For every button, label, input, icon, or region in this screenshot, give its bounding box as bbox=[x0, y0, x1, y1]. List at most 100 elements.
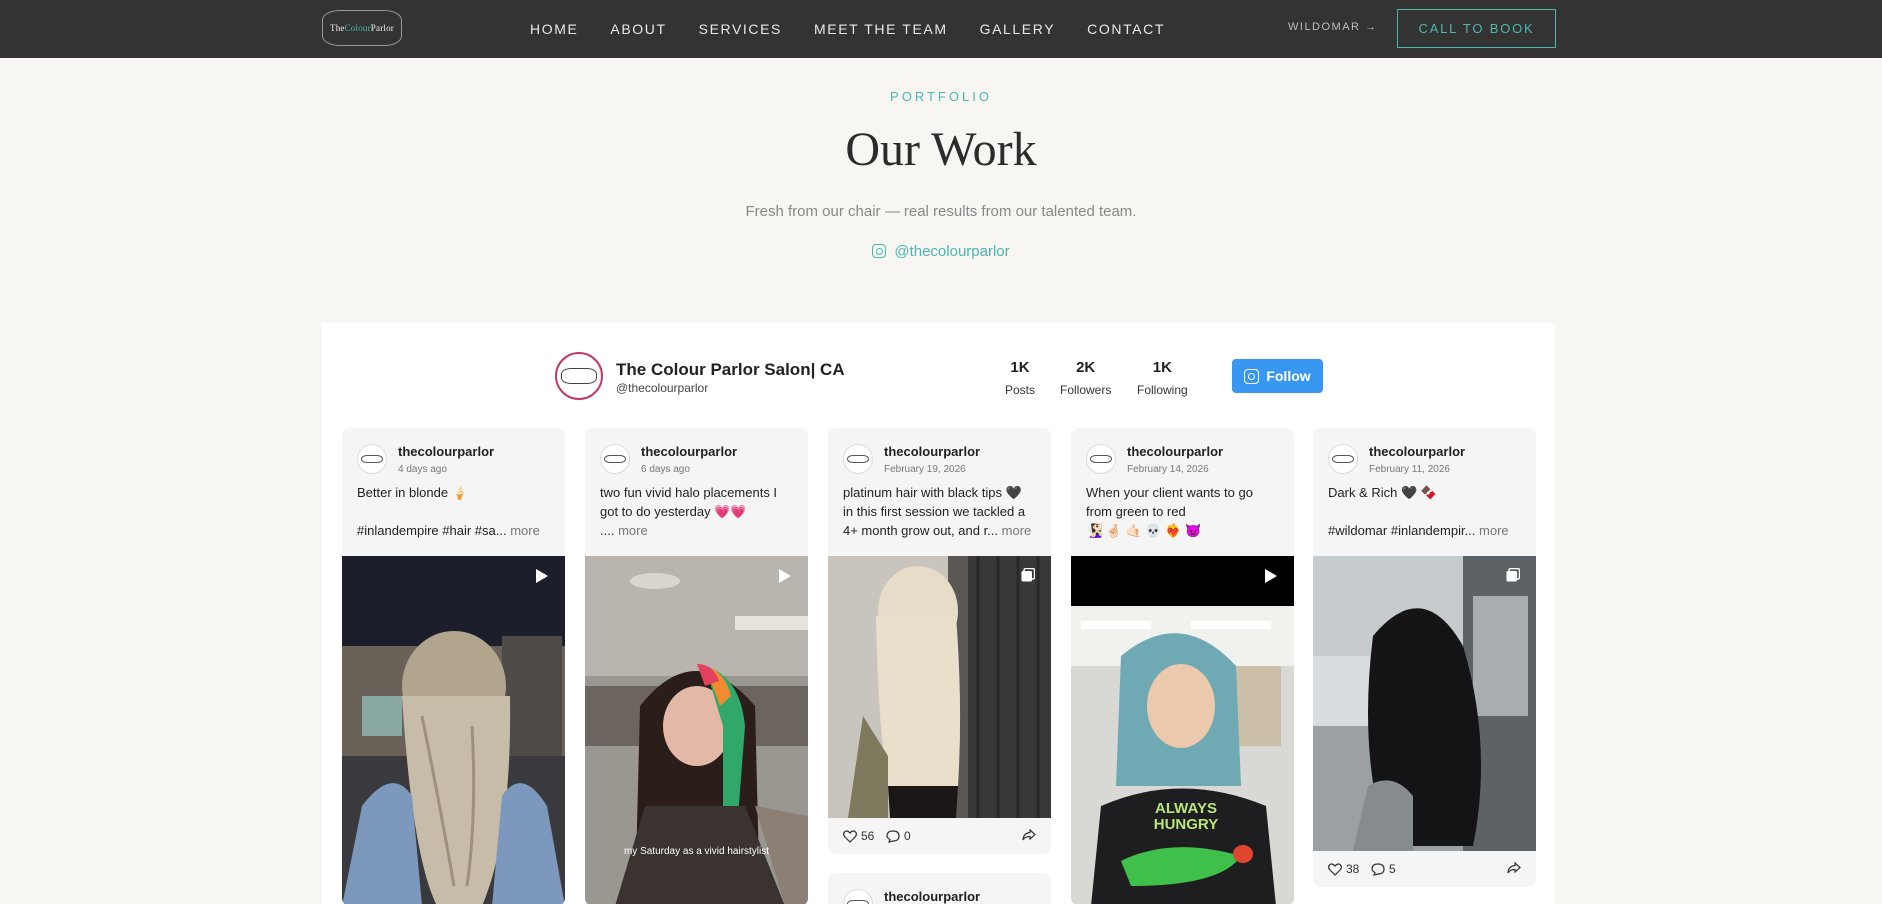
nav-team-link[interactable]: MEET THE TEAM bbox=[814, 21, 948, 37]
instagram-icon bbox=[1244, 368, 1260, 384]
comments-value: 0 bbox=[904, 829, 911, 843]
caption-more-link[interactable]: more bbox=[1002, 523, 1032, 538]
page-title: Our Work bbox=[845, 123, 1037, 176]
post-username[interactable]: thecolourparlor bbox=[884, 444, 980, 459]
nav-contact-link[interactable]: CONTACT bbox=[1087, 21, 1165, 37]
stat-label: Posts bbox=[1005, 383, 1036, 397]
post-avatar bbox=[600, 444, 630, 474]
post-date: 6 days ago bbox=[641, 464, 690, 475]
post-photo bbox=[828, 556, 1051, 818]
post-header: thecolourparlor 6 days ago bbox=[585, 428, 808, 483]
post-photo bbox=[1071, 556, 1294, 904]
play-icon bbox=[536, 569, 548, 583]
post-media[interactable]: my Saturday as a vivid hairstylist bbox=[585, 556, 808, 904]
likes-count[interactable]: 56 bbox=[843, 829, 874, 843]
shirt-text: ALWAYS HUNGRY bbox=[1153, 800, 1219, 833]
video-overlay-text: my Saturday as a vivid hairstylist bbox=[623, 846, 770, 857]
profile-avatar[interactable] bbox=[555, 352, 603, 400]
post-username[interactable]: thecolourparlor bbox=[641, 444, 737, 459]
post-header: thecolourparlor February 14, 2026 bbox=[1071, 428, 1294, 483]
caption-line: Better in blonde 🍦 bbox=[357, 485, 468, 500]
heart-icon bbox=[843, 829, 857, 843]
stat-followers: 2K Followers bbox=[1060, 359, 1111, 397]
section-eyebrow: PORTFOLIO bbox=[890, 89, 992, 104]
share-button[interactable] bbox=[1507, 861, 1521, 877]
caption-line: #inlandempire #hair #sa... bbox=[357, 523, 507, 538]
post-card[interactable]: thecolourparlor bbox=[828, 873, 1051, 904]
caption-more-link[interactable]: more bbox=[510, 523, 540, 538]
caption-line: got to do yesterday 💗💗 bbox=[600, 504, 747, 519]
follow-label: Follow bbox=[1266, 368, 1311, 384]
likes-value: 38 bbox=[1346, 862, 1360, 876]
post-media[interactable] bbox=[342, 556, 565, 904]
post-caption: platinum hair with black tips 🖤 in this … bbox=[828, 483, 1051, 556]
caption-line: platinum hair with black tips 🖤 bbox=[843, 485, 1022, 500]
comments-count[interactable]: 0 bbox=[886, 829, 911, 843]
post-header: thecolourparlor 4 days ago bbox=[342, 428, 565, 483]
stat-posts: 1K Posts bbox=[1005, 359, 1035, 397]
post-media[interactable] bbox=[1313, 556, 1536, 851]
caption-line bbox=[357, 502, 550, 521]
share-icon bbox=[1022, 828, 1036, 841]
profile-name[interactable]: The Colour Parlor Salon| CA bbox=[616, 360, 845, 380]
nav-about-link[interactable]: ABOUT bbox=[610, 21, 666, 37]
post-card[interactable]: thecolourparlor February 14, 2026 When y… bbox=[1071, 428, 1294, 904]
follow-button[interactable]: Follow bbox=[1232, 359, 1323, 393]
post-media[interactable]: ALWAYS HUNGRY bbox=[1071, 556, 1294, 904]
post-media[interactable] bbox=[828, 556, 1051, 818]
post-username[interactable]: thecolourparlor bbox=[1127, 444, 1223, 459]
post-avatar bbox=[843, 444, 873, 474]
caption-line: #wildomar #inlandempir... bbox=[1328, 523, 1476, 538]
post-card[interactable]: thecolourparlor February 11, 2026 Dark &… bbox=[1313, 428, 1536, 887]
caption-line: from green to red bbox=[1086, 504, 1186, 519]
top-nav: The Colour Parlor HOME ABOUT SERVICES ME… bbox=[0, 0, 1882, 58]
stat-value: 1K bbox=[1010, 359, 1030, 376]
caption-line: .... bbox=[600, 523, 615, 538]
share-icon bbox=[1507, 861, 1521, 874]
comment-icon bbox=[886, 829, 900, 843]
caption-line: 🧏🏻‍♀️ 🤞🏻 🤙🏻 💀 ❤️‍🔥 👿 bbox=[1086, 523, 1202, 538]
post-footer: 38 5 bbox=[1313, 851, 1536, 887]
carousel-icon bbox=[1506, 568, 1520, 582]
post-username[interactable]: thecolourparlor bbox=[1369, 444, 1465, 459]
post-caption: two fun vivid halo placements I got to d… bbox=[585, 483, 808, 556]
post-card[interactable]: thecolourparlor 4 days ago Better in blo… bbox=[342, 428, 565, 904]
post-caption: Better in blonde 🍦 #inlandempire #hair #… bbox=[342, 483, 565, 556]
post-caption: Dark & Rich 🖤 🍫 #wildomar #inlandempir..… bbox=[1313, 483, 1536, 556]
comments-value: 5 bbox=[1389, 862, 1396, 876]
instagram-handle-link[interactable]: @thecolourparlor bbox=[0, 243, 1882, 260]
instagram-handle-text: @thecolourparlor bbox=[894, 243, 1010, 260]
post-username[interactable]: thecolourparlor bbox=[884, 889, 980, 904]
instagram-feed: The Colour Parlor Salon| CA @thecolourpa… bbox=[322, 323, 1555, 904]
caption-more-link[interactable]: more bbox=[618, 523, 648, 538]
location-link[interactable]: WILDOMAR → bbox=[1288, 21, 1378, 33]
play-icon bbox=[1265, 569, 1277, 583]
stat-label: Following bbox=[1137, 383, 1188, 397]
location-label: WILDOMAR bbox=[1288, 21, 1361, 33]
caption-line: in this first session we tackled a bbox=[843, 504, 1026, 519]
nav-home-link[interactable]: HOME bbox=[530, 21, 578, 37]
caption-more-link[interactable]: more bbox=[1479, 523, 1509, 538]
call-to-book-button[interactable]: CALL TO BOOK bbox=[1397, 9, 1556, 48]
nav-gallery-link[interactable]: GALLERY bbox=[980, 21, 1056, 37]
comments-count[interactable]: 5 bbox=[1371, 862, 1396, 876]
likes-value: 56 bbox=[861, 829, 875, 843]
share-button[interactable] bbox=[1022, 828, 1036, 844]
post-card[interactable]: thecolourparlor February 19, 2026 platin… bbox=[828, 428, 1051, 854]
post-date: February 19, 2026 bbox=[884, 464, 966, 475]
stat-following: 1K Following bbox=[1137, 359, 1188, 397]
comment-icon bbox=[1371, 862, 1385, 876]
site-logo[interactable]: The Colour Parlor bbox=[322, 10, 402, 46]
post-footer: 56 0 bbox=[828, 818, 1051, 854]
post-avatar bbox=[843, 889, 873, 904]
carousel-icon bbox=[1021, 568, 1035, 582]
logo-text-prefix: The bbox=[330, 23, 345, 33]
nav-services-link[interactable]: SERVICES bbox=[699, 21, 782, 37]
caption-line: Dark & Rich 🖤 🍫 bbox=[1328, 485, 1437, 500]
post-username[interactable]: thecolourparlor bbox=[398, 444, 494, 459]
post-date: February 14, 2026 bbox=[1127, 464, 1209, 475]
caption-line: 4+ month grow out, and r... bbox=[843, 523, 999, 538]
post-card[interactable]: thecolourparlor 6 days ago two fun vivid… bbox=[585, 428, 808, 904]
likes-count[interactable]: 38 bbox=[1328, 862, 1359, 876]
logo-text-suffix: Parlor bbox=[370, 23, 394, 33]
